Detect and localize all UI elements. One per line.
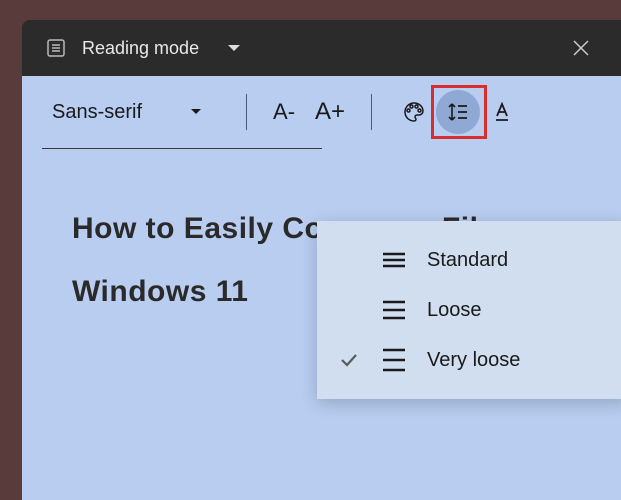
menu-item-standard[interactable]: Standard xyxy=(317,235,621,285)
line-spacing-button[interactable] xyxy=(436,90,480,134)
menu-item-label: Very loose xyxy=(427,349,520,372)
menu-item-label: Loose xyxy=(427,299,482,322)
reading-mode-icon xyxy=(46,38,66,58)
app-window: Reading mode Sans-serif A- A+ xyxy=(22,20,621,500)
menu-item-label: Standard xyxy=(427,249,508,272)
font-family-select[interactable]: Sans-serif xyxy=(52,101,226,124)
text-underline-icon xyxy=(491,101,513,123)
menu-item-very-loose[interactable]: Very loose xyxy=(317,335,621,385)
palette-icon xyxy=(402,100,426,124)
titlebar: Reading mode xyxy=(22,20,621,76)
reading-toolbar: Sans-serif A- A+ xyxy=(22,76,621,148)
font-increase-button[interactable]: A+ xyxy=(309,90,351,134)
divider xyxy=(371,94,372,130)
close-button[interactable] xyxy=(565,32,597,64)
text-format-button[interactable] xyxy=(480,90,524,134)
line-spacing-icon xyxy=(447,101,469,123)
font-decrease-button[interactable]: A- xyxy=(267,90,301,134)
font-family-label: Sans-serif xyxy=(52,101,142,124)
divider xyxy=(246,94,247,130)
menu-item-loose[interactable]: Loose xyxy=(317,285,621,335)
theme-button[interactable] xyxy=(392,90,436,134)
line-spacing-menu: Standard Loose xyxy=(317,221,621,399)
chevron-down-icon xyxy=(190,108,202,116)
spacing-very-loose-icon xyxy=(381,347,407,373)
title-mode-label: Reading mode xyxy=(82,38,199,59)
content-area: Sans-serif A- A+ xyxy=(22,76,621,500)
mode-dropdown-button[interactable] xyxy=(227,43,241,53)
spacing-loose-icon xyxy=(381,299,407,321)
check-icon xyxy=(337,352,361,368)
spacing-standard-icon xyxy=(381,251,407,269)
